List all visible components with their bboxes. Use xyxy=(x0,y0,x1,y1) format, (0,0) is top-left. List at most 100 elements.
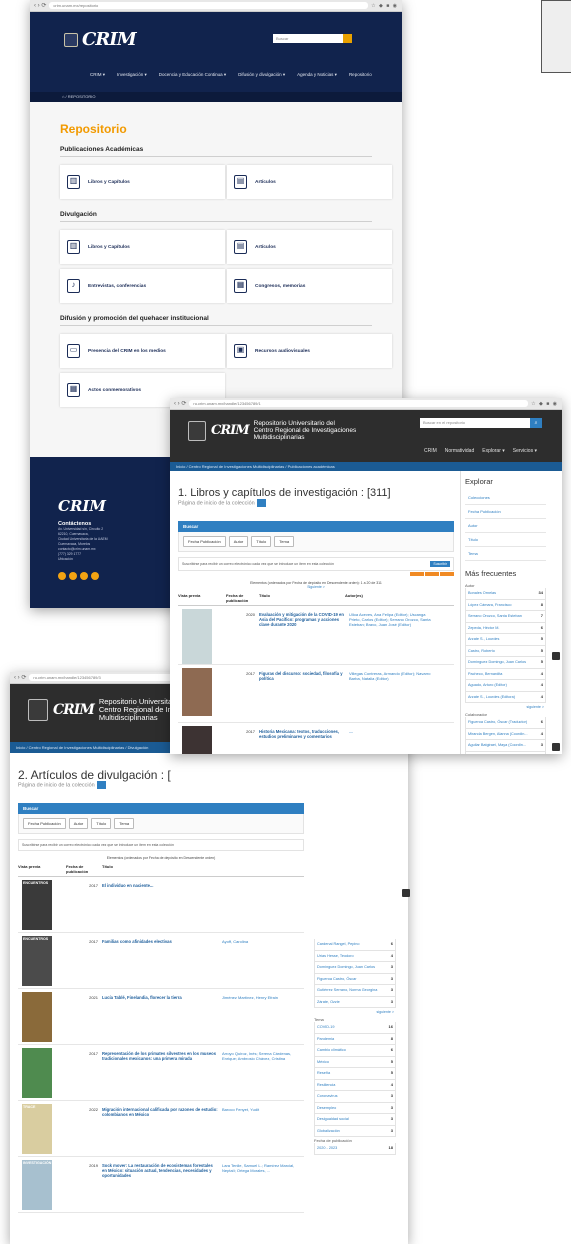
collection-home-icon[interactable] xyxy=(256,499,266,507)
facet-item[interactable]: Resiliencia 4 xyxy=(314,1079,396,1091)
facet-next-link[interactable]: siguiente > xyxy=(465,703,546,711)
facet-item[interactable]: Cambio climático 6 xyxy=(314,1045,396,1057)
search-input[interactable]: Buscar xyxy=(273,34,343,43)
menu-item[interactable]: Agenda y Noticias ▾ xyxy=(297,72,337,78)
repository-tile[interactable]: ▭ Presencia del CRIM en los medios xyxy=(60,334,225,368)
item-authors[interactable]: Ulloa Aceves, Ana Felipa (Editor); Uscan… xyxy=(345,606,435,664)
sort-button[interactable]: Fecha Publicación xyxy=(23,818,66,829)
search-panel-title[interactable]: Buscar xyxy=(178,521,454,532)
cover-thumbnail[interactable] xyxy=(182,726,212,754)
explore-link[interactable]: Tema xyxy=(465,547,546,561)
menu-item[interactable]: Difusión y divulgación ▾ xyxy=(238,72,285,78)
cover-thumbnail[interactable]: INVESTIGACIÓN xyxy=(22,1160,52,1210)
collection-home-icon[interactable] xyxy=(96,781,106,789)
subscribe-button[interactable]: Suscribir xyxy=(430,561,450,567)
youtube-icon[interactable] xyxy=(80,572,88,580)
facebook-icon[interactable] xyxy=(58,572,66,580)
facet-item[interactable]: Aguado, Arturo (Editor) 4 xyxy=(465,680,546,692)
facet-item[interactable]: Miranda Bergen, Alanna (Coordin... 4 xyxy=(465,728,546,740)
extensions-icons[interactable]: ☆ ◆ ■ ◉ xyxy=(371,3,398,9)
cover-thumbnail[interactable]: TRACE xyxy=(22,1104,52,1154)
item-title-link[interactable]: Figuras del discurso: sociedad, filosofí… xyxy=(259,665,345,722)
facet-item[interactable]: Desempleo 3 xyxy=(314,1102,396,1114)
item-authors[interactable]: Lara Tenlle, Samuel L.; Ramírez Marcial,… xyxy=(218,1157,298,1212)
facet-next-link[interactable]: siguiente > xyxy=(314,1008,396,1016)
facet-item[interactable]: Zepeda, Héctor M. 6 xyxy=(465,622,546,634)
facet-item[interactable]: Desigualdad social 3 xyxy=(314,1114,396,1126)
menu-item[interactable]: Docencia y Educación Continua ▾ xyxy=(159,72,226,78)
item-title-link[interactable]: Representación de los primates silvestre… xyxy=(102,1045,218,1100)
search-input[interactable]: Buscar en el repositorio xyxy=(420,418,530,428)
facet-item[interactable]: Zárate, Ozzie 3 xyxy=(314,996,396,1008)
facet-item[interactable]: Globalización 3 xyxy=(314,1125,396,1137)
facet-item[interactable]: Arzate S., Lourdes 5 xyxy=(465,634,546,646)
item-title-link[interactable]: Sock mover: La restauración de ecosistem… xyxy=(102,1157,218,1212)
repository-logo[interactable]: CRIM Repositorio Universitario del Centr… xyxy=(188,420,356,441)
item-title-link[interactable]: Migración internacional calificada por r… xyxy=(102,1101,218,1156)
repository-tile[interactable]: ▥ Libros y Capítulos xyxy=(60,165,225,199)
extensions-icons[interactable]: ☆ ◆ ■ ◉ xyxy=(531,401,558,407)
facet-item[interactable]: Castro, Roberto 5 xyxy=(465,645,546,657)
facet-item[interactable]: Figueroa Castro, Óscar 3 xyxy=(314,973,396,985)
facet-item[interactable]: 2020 - 2023 18 xyxy=(314,1143,396,1155)
explore-link[interactable]: Autor xyxy=(465,519,546,533)
facet-item[interactable]: Serrano Orozco, Santa Esteban 7 xyxy=(465,611,546,623)
facet-item[interactable]: López Cámara, Francisco 8 xyxy=(465,599,546,611)
rss-icon[interactable] xyxy=(425,572,439,576)
instagram-icon[interactable] xyxy=(91,572,99,580)
scroll-handle-icon[interactable] xyxy=(402,889,410,897)
facet-item[interactable]: Gutiérrez Serrano, Norma Georgina 3 xyxy=(314,985,396,997)
crim-logo[interactable]: CRIM xyxy=(64,29,162,50)
facet-item[interactable]: Pacheco, Bernardita 4 xyxy=(465,668,546,680)
facet-item[interactable]: Domínguez Domingo, Juan Carlos 5 xyxy=(465,657,546,669)
item-authors[interactable]: Arroyo Quiroz, Inés; Serena Cárdenas, En… xyxy=(218,1045,298,1100)
menu-item[interactable]: Servicios ▾ xyxy=(513,448,537,454)
item-authors[interactable]: — xyxy=(345,723,435,754)
item-authors[interactable]: Villegas Contreras, Armando (Editor); Na… xyxy=(345,665,435,722)
item-title-link[interactable]: Evaluación y mitigación de la COVID-19 e… xyxy=(259,606,345,664)
item-title-link[interactable]: Familias como afinidades electivas xyxy=(102,933,218,988)
repository-tile[interactable]: ▤ Artículos xyxy=(227,230,392,264)
menu-item[interactable]: Investigación ▾ xyxy=(117,72,147,78)
repository-tile[interactable]: ♪ Entrevistas, conferencias xyxy=(60,269,225,303)
item-title-link[interactable]: Lucía Tablé, Finelandia, florecer la tie… xyxy=(102,989,218,1044)
repository-tile[interactable]: ▥ Libros y Capítulos xyxy=(60,230,225,264)
sort-button[interactable]: Tema xyxy=(274,536,295,547)
item-authors[interactable]: Jiménez Martínez, Henry Efrain xyxy=(218,989,298,1044)
facet-item[interactable]: Cardenal Rangel, Pepino 6 xyxy=(314,939,396,951)
sort-button[interactable]: Autor xyxy=(68,818,89,829)
facet-item[interactable]: Bonales Ornelas 34 xyxy=(465,588,546,600)
menu-item[interactable]: Repositorio xyxy=(349,72,372,78)
facet-item[interactable]: Coronavirus 3 xyxy=(314,1091,396,1103)
sort-button[interactable]: Título xyxy=(251,536,272,547)
repository-tile[interactable]: ▦ Congresos, memorias xyxy=(227,269,392,303)
repository-tile[interactable]: ▤ Artículos xyxy=(227,165,392,199)
facet-item[interactable]: Anand Ruiz, Beatriz Eugenia C...3 xyxy=(465,751,546,754)
menu-item[interactable]: Explorar ▾ xyxy=(482,448,505,454)
menu-item[interactable]: CRIM xyxy=(424,448,437,454)
scroll-handle-icon[interactable] xyxy=(552,652,560,660)
explore-link[interactable]: Título xyxy=(465,533,546,547)
rss-icon[interactable] xyxy=(440,572,454,576)
search-panel-title[interactable]: Buscar xyxy=(18,803,304,814)
facet-item[interactable]: Domínguez Domingo, Juan Carlos 3 xyxy=(314,962,396,974)
sort-button[interactable]: Autor xyxy=(228,536,249,547)
facet-item[interactable]: Urías Hesse, Teodoro 4 xyxy=(314,950,396,962)
facet-item[interactable]: México 5 xyxy=(314,1056,396,1068)
facet-item[interactable]: Arzate S., Lourdes (Editora) 4 xyxy=(465,691,546,703)
cover-thumbnail[interactable]: ENCUENTROS xyxy=(22,936,52,986)
search-button[interactable] xyxy=(343,34,352,43)
item-title-link[interactable]: Historia Mexicana: textos, traducciones,… xyxy=(259,723,345,754)
cover-thumbnail[interactable] xyxy=(22,1048,52,1098)
item-authors[interactable] xyxy=(218,877,298,932)
menu-item[interactable]: CRIM ▾ xyxy=(90,72,105,78)
explore-link[interactable]: Colecciones xyxy=(465,491,546,505)
scroll-handle-icon[interactable] xyxy=(552,743,560,751)
search-button[interactable]: ⌕ xyxy=(530,418,542,428)
sort-button[interactable]: Tema xyxy=(114,818,135,829)
facet-item[interactable]: Figueroa Castro, Óscar (Traductor) 6 xyxy=(465,717,546,729)
facet-item[interactable]: Reseña 5 xyxy=(314,1068,396,1080)
nav-arrows-icon[interactable]: ‹ › ⟳ xyxy=(14,674,26,681)
item-authors[interactable]: Baroco Fenyet, Yudit xyxy=(218,1101,298,1156)
cover-thumbnail[interactable] xyxy=(182,668,212,716)
